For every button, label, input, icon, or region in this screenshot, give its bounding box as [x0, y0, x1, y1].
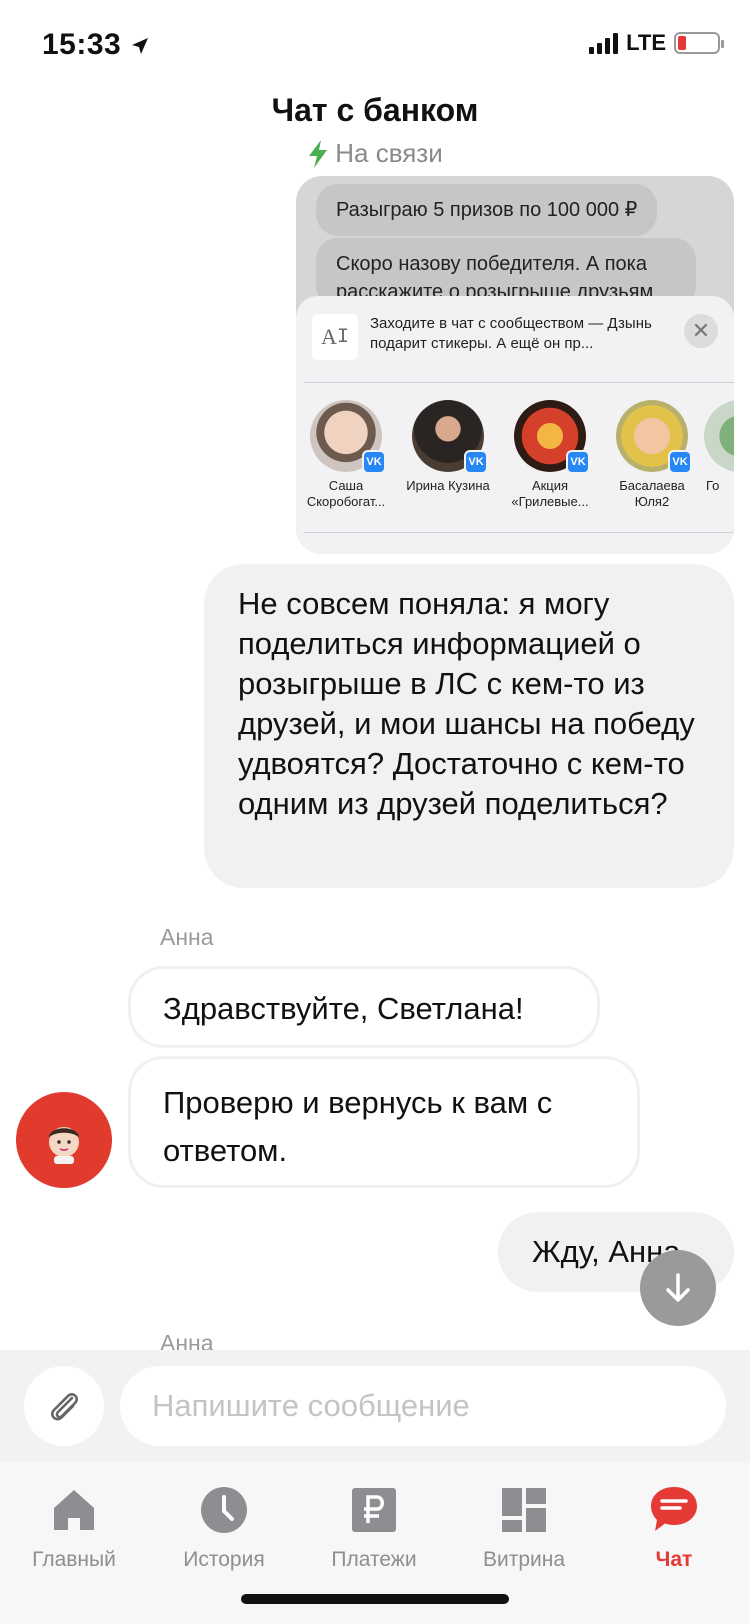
page-title: Чат с банком [271, 92, 479, 128]
location-arrow-icon [132, 38, 149, 55]
avatar: VK [310, 400, 386, 474]
online-status-text: На связи [335, 138, 443, 168]
vk-badge-icon: VK [362, 450, 386, 474]
scroll-to-bottom-button[interactable] [640, 1250, 716, 1326]
share-message-text: Заходите в чат с сообществом — Дзынь под… [370, 315, 652, 352]
share-contact[interactable]: VK Го [704, 400, 734, 520]
avatar: VK [412, 400, 488, 474]
tab-showcase[interactable]: Витрина [454, 1482, 594, 1572]
tab-label: Главный [32, 1548, 116, 1571]
status-bar: 15:33 LTE [0, 0, 750, 90]
tab-label: История [183, 1548, 265, 1571]
contact-name: Ирина Кузина [406, 478, 490, 493]
tab-main[interactable]: Главный [4, 1482, 144, 1572]
ruble-icon [346, 1482, 402, 1538]
divider [304, 382, 734, 383]
online-status: На связи [0, 138, 750, 169]
arrow-down-icon [666, 1273, 690, 1302]
agent-face-icon [49, 1127, 79, 1164]
vk-badge-icon: VK [566, 450, 590, 474]
paperclip-icon [51, 1393, 78, 1421]
showcase-icon [496, 1482, 552, 1538]
sender-name: Анна [160, 924, 214, 950]
battery-icon [674, 32, 724, 54]
avatar: VK [616, 400, 692, 474]
message-text: Не совсем поняла: я могу поделиться инфо… [238, 586, 695, 821]
share-contact[interactable]: VK Басалаева Юля2 [602, 400, 702, 520]
vk-badge-icon: VK [464, 450, 488, 474]
share-contact[interactable]: VK Акция «Грилевые... [500, 400, 600, 520]
tab-label: Чат [655, 1548, 693, 1571]
network-label: LTE [626, 30, 666, 55]
close-icon[interactable]: ✕ [684, 314, 718, 348]
home-indicator [241, 1594, 509, 1604]
tab-label: Витрина [482, 1548, 566, 1571]
contact-name: Акция «Грилевые... [511, 478, 589, 509]
message-text: Проверю и вернусь к вам с ответом. [163, 1085, 553, 1168]
status-time: 15:33 [42, 28, 150, 62]
clock-icon [196, 1482, 252, 1538]
avatar: VK [704, 400, 734, 472]
outgoing-message[interactable]: Не совсем поняла: я могу поделиться инфо… [204, 564, 734, 888]
contact-name: Басалаева Юля2 [619, 478, 685, 509]
contact-name: Саша Скоробогат... [306, 478, 386, 509]
lightning-icon [309, 139, 328, 168]
message-input[interactable] [120, 1366, 726, 1446]
agent-avatar [16, 1092, 112, 1188]
preview-message-1: Разыграю 5 призов по 100 000 ₽ [316, 184, 658, 236]
text-document-icon: AI [312, 314, 358, 360]
home-icon [46, 1482, 102, 1538]
tab-payments[interactable]: Платежи [304, 1482, 444, 1572]
divider [304, 532, 734, 533]
share-contacts-list: VK Саша Скоробогат... VK Ирина Кузина VK… [296, 400, 734, 520]
tab-label: Платежи [331, 1548, 417, 1571]
share-contact[interactable]: VK Саша Скоробогат... [296, 400, 396, 520]
sender-name: Анна [160, 1330, 214, 1350]
chat-icon [646, 1482, 702, 1538]
shared-post-preview[interactable]: Разыграю 5 призов по 100 000 ₽ Скоро наз… [296, 176, 734, 554]
vk-badge-icon: VK [668, 450, 692, 474]
avatar: VK [514, 400, 590, 474]
signal-icon [589, 32, 619, 54]
share-sheet: AI Заходите в чат с сообществом — Дзынь … [296, 296, 734, 554]
contact-name: Го [706, 478, 720, 493]
incoming-message[interactable]: Здравствуйте, Светлана! [128, 966, 600, 1048]
share-contact[interactable]: VK Ирина Кузина [398, 400, 498, 520]
incoming-message[interactable]: Проверю и вернусь к вам с ответом. [128, 1056, 640, 1188]
message-text: Здравствуйте, Светлана! [163, 991, 524, 1026]
tab-chat[interactable]: Чат [604, 1482, 744, 1572]
tab-history[interactable]: История [154, 1482, 294, 1572]
attach-button[interactable] [24, 1366, 104, 1446]
message-composer [0, 1350, 750, 1462]
